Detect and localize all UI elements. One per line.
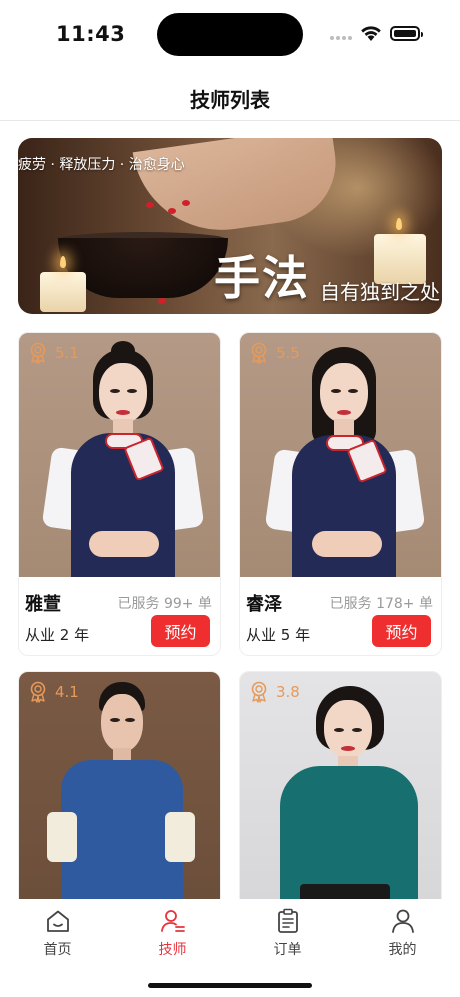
screen: 11:43 技师列表 疲劳 · 释放压力 · 治愈身心 手法 自有独到之处 5.…	[0, 0, 460, 997]
banner-petal	[146, 202, 154, 208]
page-title: 技师列表	[190, 88, 270, 112]
home-indicator[interactable]	[148, 983, 312, 988]
technician-photo: 5.5	[240, 333, 441, 577]
home-icon	[46, 910, 69, 932]
rating-badge: 5.1	[27, 341, 79, 365]
technician-photo: 3.8	[240, 672, 441, 899]
technician-name: 雅萱	[25, 594, 61, 615]
signal-icon	[330, 36, 354, 42]
tab-technician[interactable]: 技师	[115, 907, 230, 963]
banner-subheadline: 自有独到之处	[320, 280, 440, 304]
rating-value: 5.1	[55, 344, 79, 362]
technician-portrait	[240, 333, 441, 577]
award-icon	[30, 681, 46, 703]
rating-value: 4.1	[55, 683, 79, 701]
rating-badge: 3.8	[248, 680, 300, 704]
tab-home[interactable]: 首页	[0, 907, 115, 963]
technician-name: 睿泽	[246, 594, 282, 615]
tab-label: 技师	[158, 942, 187, 958]
banner-flame	[60, 256, 66, 268]
battery-icon	[390, 26, 423, 41]
technician-card[interactable]: 4.1	[18, 671, 221, 899]
promo-banner[interactable]: 疲劳 · 释放压力 · 治愈身心 手法 自有独到之处	[18, 138, 442, 314]
status-bar: 11:43	[0, 0, 460, 68]
rating-value: 5.5	[276, 344, 300, 362]
technician-photo: 5.1	[19, 333, 220, 577]
rating-badge: 5.5	[248, 341, 300, 365]
years-of-experience: 从业 2 年	[25, 626, 90, 644]
rating-value: 3.8	[276, 683, 300, 701]
tab-orders[interactable]: 订单	[230, 907, 345, 963]
technician-icon	[160, 910, 185, 932]
banner-tagline: 疲劳 · 释放压力 · 治愈身心	[18, 157, 185, 173]
wifi-icon	[361, 26, 381, 41]
status-time: 11:43	[56, 22, 126, 46]
book-button[interactable]: 预约	[151, 615, 210, 647]
banner-flame	[396, 218, 402, 230]
technician-info: 睿泽 已服务 178+ 单 从业 5 年 预约	[240, 577, 441, 655]
rating-badge: 4.1	[27, 680, 79, 704]
tab-label: 订单	[273, 942, 302, 958]
order-icon	[277, 908, 298, 933]
technician-card[interactable]: 5.1 雅萱 已服务 99+ 单 从业 2 年 预约	[18, 332, 221, 656]
service-count: 已服务 99+ 单	[117, 596, 212, 612]
technician-info: 雅萱 已服务 99+ 单 从业 2 年 预约	[19, 577, 220, 655]
service-count: 已服务 178+ 单	[329, 596, 433, 612]
tab-label: 首页	[43, 942, 72, 958]
technician-list[interactable]: 疲劳 · 释放压力 · 治愈身心 手法 自有独到之处 5.1 雅萱 已服务 99…	[0, 122, 460, 899]
tab-profile[interactable]: 我的	[345, 907, 460, 963]
banner-petal	[158, 298, 166, 304]
award-icon	[30, 342, 46, 364]
technician-portrait	[240, 672, 441, 899]
years-of-experience: 从业 5 年	[246, 626, 311, 644]
technician-card[interactable]: 3.8	[239, 671, 442, 899]
technician-portrait	[19, 672, 220, 899]
book-button[interactable]: 预约	[372, 615, 431, 647]
technician-card[interactable]: 5.5 睿泽 已服务 178+ 单 从业 5 年 预约	[239, 332, 442, 656]
banner-petal	[168, 208, 176, 214]
tab-label: 我的	[388, 942, 417, 958]
technician-portrait	[19, 333, 220, 577]
nav-bar: 技师列表	[0, 68, 460, 121]
award-icon	[251, 681, 267, 703]
dynamic-island	[157, 13, 303, 56]
banner-candle	[40, 272, 86, 312]
profile-icon	[391, 909, 414, 933]
technician-photo: 4.1	[19, 672, 220, 899]
banner-headline: 手法	[214, 251, 310, 305]
banner-petal	[182, 200, 190, 206]
award-icon	[251, 342, 267, 364]
